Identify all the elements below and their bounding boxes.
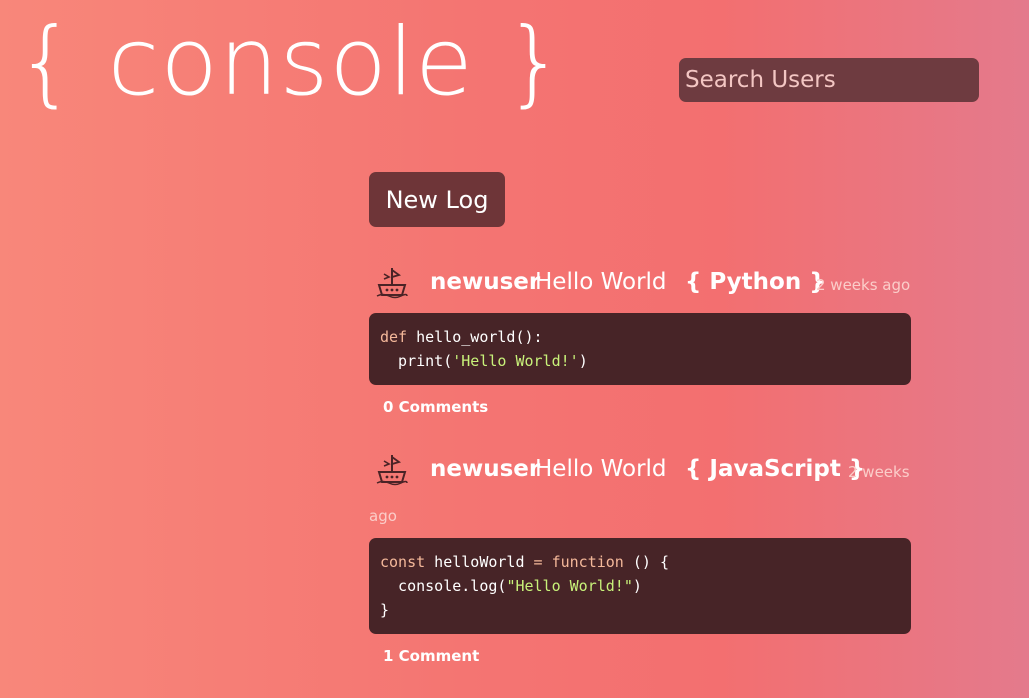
code-line: print('Hello World!') xyxy=(380,352,588,370)
post-timestamp: 2 weeks ago xyxy=(816,276,911,294)
post-header: newuser Hello World { Python } 2 weeks a… xyxy=(369,265,911,305)
post-title[interactable]: Hello World xyxy=(535,269,667,295)
code-line: } xyxy=(380,601,390,619)
new-log-button[interactable]: New Log xyxy=(369,172,505,227)
app-logo[interactable]: { console } xyxy=(16,16,566,110)
code-line: const helloWorld = function () { xyxy=(380,553,669,571)
post-timestamp-wrap: ago xyxy=(369,507,397,525)
ship-avatar-icon[interactable] xyxy=(375,452,409,486)
post-title[interactable]: Hello World xyxy=(535,456,667,482)
code-block: def hello_world(): print('Hello World!') xyxy=(369,313,911,385)
code-line: console.log("Hello World!") xyxy=(380,577,642,595)
search-users-input[interactable] xyxy=(679,58,979,102)
log-post: newuser Hello World { JavaScript } 2 wee… xyxy=(369,452,911,665)
post-timestamp: 2 weeks xyxy=(848,463,910,481)
log-post: newuser Hello World { Python } 2 weeks a… xyxy=(369,265,911,416)
post-header: newuser Hello World { JavaScript } 2 wee… xyxy=(369,452,911,492)
post-language[interactable]: { Python } xyxy=(685,269,826,295)
comments-link[interactable]: 1 Comment xyxy=(383,647,479,665)
code-block: const helloWorld = function () { console… xyxy=(369,538,911,634)
comments-link[interactable]: 0 Comments xyxy=(383,398,488,416)
post-language[interactable]: { JavaScript } xyxy=(685,456,865,482)
code-line: def hello_world(): xyxy=(380,328,543,346)
post-username[interactable]: newuser xyxy=(430,456,540,482)
post-username[interactable]: newuser xyxy=(430,269,540,295)
ship-avatar-icon[interactable] xyxy=(375,265,409,299)
